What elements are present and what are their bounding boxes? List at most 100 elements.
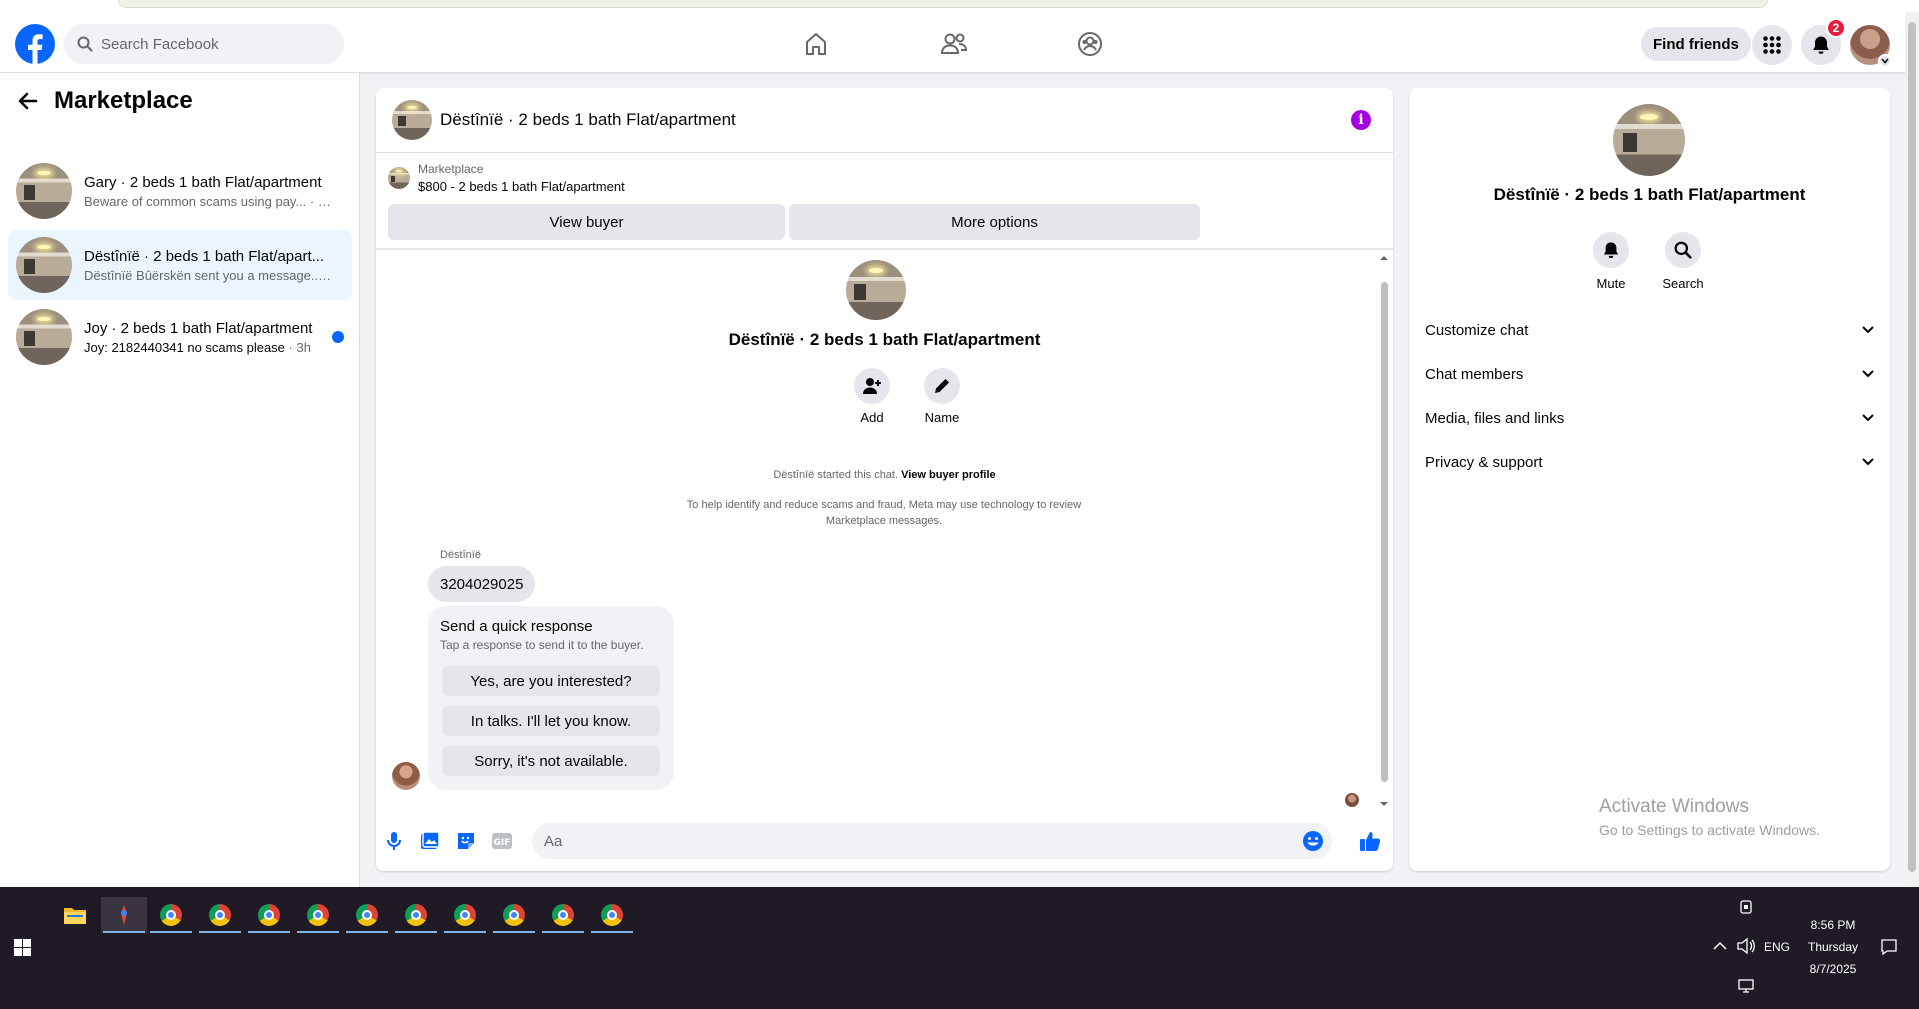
section-label: Chat members (1425, 365, 1524, 383)
info-icon[interactable]: i (1351, 110, 1371, 130)
activate-windows-watermark: Activate Windows Go to Settings to activ… (1599, 796, 1820, 838)
quick-response-title: Send a quick response (440, 618, 593, 635)
volume-icon[interactable] (1737, 938, 1755, 954)
mute-button[interactable]: Mute (1581, 232, 1641, 291)
message-input-field[interactable] (532, 823, 1332, 859)
conversation-title: Dëstînïë · 2 beds 1 bath Flat/apart... (84, 247, 325, 265)
chrome-profile-icon[interactable] (246, 897, 292, 933)
search-label: Search (1662, 276, 1704, 291)
view-buyer-button[interactable]: View buyer (388, 204, 785, 240)
thumbs-up-icon[interactable] (1358, 829, 1382, 853)
chat-scrollbar-thumb[interactable] (1381, 282, 1388, 782)
clock-time[interactable]: 8:56 PM (1808, 918, 1858, 932)
marketplace-label: Marketplace (418, 162, 484, 176)
network-icon[interactable] (1738, 979, 1754, 993)
find-friends-button[interactable]: Find friends (1641, 27, 1751, 61)
marketplace-inbox-sidebar: Marketplace Gary · 2 beds 1 bath Flat/ap… (0, 73, 360, 887)
browser-address-sliver (118, 0, 1768, 8)
view-buyer-profile-link[interactable]: View buyer profile (901, 469, 996, 481)
chrome-profile-icon[interactable] (393, 897, 439, 933)
search-icon (77, 36, 93, 52)
facebook-logo-icon[interactable] (15, 24, 55, 64)
chat-divider (376, 248, 1393, 250)
watermark-subtitle: Go to Settings to activate Windows. (1599, 822, 1820, 838)
file-explorer-icon[interactable] (52, 897, 98, 933)
emoji-icon[interactable] (1302, 830, 1324, 852)
more-options-button[interactable]: More options (789, 204, 1200, 240)
search-input[interactable] (101, 35, 321, 53)
microphone-icon[interactable] (382, 829, 406, 853)
quick-reply-in-talks[interactable]: In talks. I'll let you know. (442, 706, 660, 736)
language-indicator[interactable]: ENG (1764, 940, 1790, 954)
bell-icon (1593, 232, 1629, 268)
chrome-profile-icon[interactable] (148, 897, 194, 933)
chrome-profile-icon[interactable] (442, 897, 488, 933)
quick-reply-interested[interactable]: Yes, are you interested? (442, 666, 660, 696)
add-people-button[interactable]: Add (842, 368, 902, 425)
groups-icon[interactable] (1074, 28, 1106, 60)
chevron-down-icon (1862, 326, 1874, 334)
chrome-profile-icon[interactable] (344, 897, 390, 933)
window-scrollbar[interactable] (1905, 12, 1919, 887)
chrome-profile-icon[interactable] (295, 897, 341, 933)
listing-mini-thumbnail (388, 167, 410, 189)
windows-start-icon[interactable] (14, 939, 31, 956)
chat-header-title[interactable]: Dëstînïë · 2 beds 1 bath Flat/apartment (440, 110, 736, 130)
photo-icon[interactable] (418, 829, 442, 853)
add-label: Add (860, 410, 884, 425)
chrome-profile-icon[interactable] (197, 897, 243, 933)
scam-warning-note: To help identify and reduce scams and fr… (686, 499, 1082, 527)
pinned-app-icon[interactable] (101, 897, 147, 933)
seen-receipt-avatar (1345, 793, 1359, 807)
scroll-up-icon[interactable] (1378, 254, 1390, 262)
sticker-icon[interactable] (454, 829, 478, 853)
message-composer: GIF (376, 811, 1393, 871)
details-title: Dëstînïë · 2 beds 1 bath Flat/apartment (1493, 185, 1806, 204)
conversation-item-active[interactable]: Dëstînïë · 2 beds 1 bath Flat/apart... D… (8, 230, 352, 300)
customize-chat-section[interactable]: Customize chat (1425, 312, 1874, 348)
chevron-down-icon (1862, 414, 1874, 422)
clock-date[interactable]: 8/7/2025 (1803, 962, 1863, 976)
chrome-profile-icon[interactable] (540, 897, 586, 933)
notification-center-icon[interactable] (1880, 938, 1898, 956)
quick-reply-not-available[interactable]: Sorry, it's not available. (442, 746, 660, 776)
meet-now-icon[interactable] (1738, 899, 1754, 915)
back-arrow-icon[interactable] (18, 91, 38, 111)
chevron-down-icon[interactable] (1878, 54, 1892, 68)
conversation-item[interactable]: Gary · 2 beds 1 bath Flat/apartment Bewa… (8, 156, 352, 226)
chat-members-section[interactable]: Chat members (1425, 356, 1874, 392)
sidebar-header: Marketplace (18, 87, 193, 115)
chat-panel: Dëstînïë · 2 beds 1 bath Flat/apartment … (376, 88, 1393, 871)
listing-summary[interactable]: Marketplace $800 - 2 beds 1 bath Flat/ap… (388, 162, 625, 194)
listing-thumbnail (16, 309, 72, 365)
chevron-down-icon (1862, 458, 1874, 466)
message-bubble[interactable]: 3204029025 (428, 566, 536, 602)
listing-price: $800 - 2 beds 1 bath Flat/apartment (418, 179, 625, 194)
gif-icon[interactable]: GIF (490, 829, 514, 853)
chrome-profile-icon[interactable] (589, 897, 635, 933)
window-scrollbar-thumb[interactable] (1908, 22, 1916, 872)
friends-icon[interactable] (938, 28, 970, 60)
chrome-profile-icon[interactable] (491, 897, 537, 933)
conversation-item[interactable]: Joy · 2 beds 1 bath Flat/apartment Joy: … (8, 302, 352, 372)
sender-avatar[interactable] (392, 762, 420, 790)
home-icon[interactable] (800, 28, 832, 60)
scroll-down-icon[interactable] (1378, 800, 1390, 808)
quick-response-subtitle: Tap a response to send it to the buyer. (440, 638, 644, 652)
privacy-support-section[interactable]: Privacy & support (1425, 444, 1874, 480)
search-bar[interactable] (64, 24, 344, 64)
media-files-links-section[interactable]: Media, files and links (1425, 400, 1874, 436)
conversation-intro-title: Dëstînïë · 2 beds 1 bath Flat/apartment (728, 330, 1041, 349)
section-label: Privacy & support (1425, 453, 1543, 471)
section-label: Customize chat (1425, 321, 1529, 339)
menu-grid-icon[interactable] (1752, 25, 1792, 65)
pencil-icon (924, 368, 960, 404)
name-chat-button[interactable]: Name (912, 368, 972, 425)
clock-day[interactable]: Thursday (1803, 940, 1863, 954)
search-conversation-button[interactable]: Search (1653, 232, 1713, 291)
chat-header-thumbnail[interactable] (392, 100, 432, 140)
chat-details-panel: Dëstînïë · 2 beds 1 bath Flat/apartment … (1409, 88, 1890, 871)
mute-label: Mute (1596, 276, 1626, 291)
chevron-up-icon[interactable] (1713, 941, 1727, 951)
message-input[interactable] (544, 832, 1304, 850)
